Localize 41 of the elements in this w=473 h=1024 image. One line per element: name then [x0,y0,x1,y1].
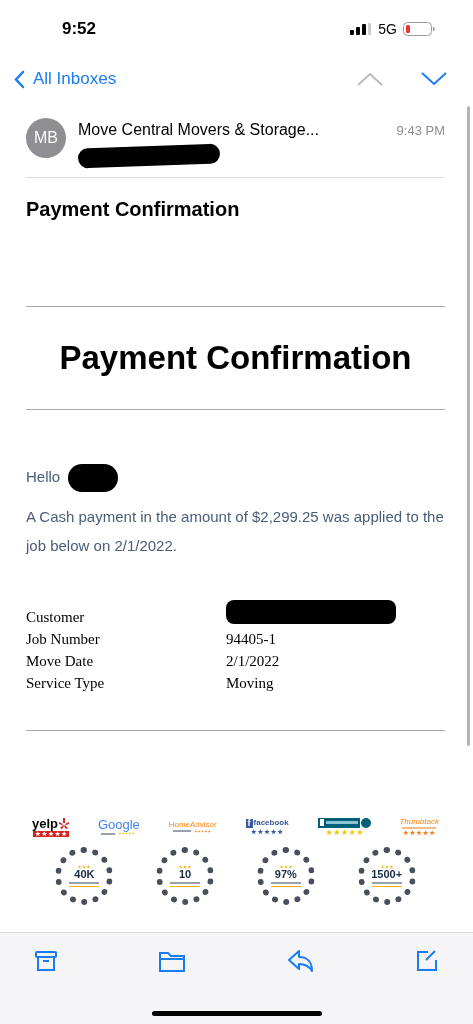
status-time: 9:52 [62,18,97,41]
badge-value: 1500+ [371,868,403,880]
detail-value: 94405-1 [226,629,277,649]
previous-message-icon[interactable] [357,72,383,86]
detail-label: Move Date [26,651,95,671]
network-label: 5G [378,19,397,39]
stars-icon [379,864,394,869]
email-subject: Payment Confirmation [26,197,241,222]
back-button[interactable]: All Inboxes [14,66,117,92]
yelp-logo: yelp [32,816,69,837]
redaction-mark [68,463,119,492]
battery-icon [403,22,435,36]
thumbtack-logo: Thumbtack [399,817,439,836]
detail-value: Moving [226,673,275,693]
greeting-text: Hello [26,467,61,488]
detail-label: Customer [26,607,86,627]
facebook-logo: f facebook [245,818,289,835]
folder-icon[interactable] [158,949,187,973]
stars-icon [278,864,293,869]
signal-icon [350,23,373,35]
badge-value: 10 [179,868,192,880]
message-time: 9:43 PM [396,122,445,140]
badge-value: 40K [74,868,95,880]
detail-label: Job Number [26,629,101,649]
badge-value: 97% [274,868,297,880]
reply-icon[interactable] [286,949,315,973]
stars-icon [77,864,92,869]
next-message-icon[interactable] [421,72,447,86]
stars-icon [178,864,193,869]
bbb-logo [317,817,371,836]
archive-icon[interactable] [34,949,58,973]
detail-value: 2/1/2022 [226,651,281,671]
chevron-left-icon [14,69,25,89]
sender-avatar: MB [26,118,66,158]
sender-name: Move Central Movers & Storage... [78,120,319,140]
google-reviews-logo: Google [97,818,140,835]
payment-message: A Cash payment in the amount of $2,299.25 was applied to the job below on 2/1/2022. [26,506,445,556]
email-heading: Payment Confirmation [58,338,413,378]
compose-icon[interactable] [415,949,439,973]
homeadvisor-logo: HomeAdvisor [168,820,217,833]
detail-label: Service Type [26,673,106,693]
